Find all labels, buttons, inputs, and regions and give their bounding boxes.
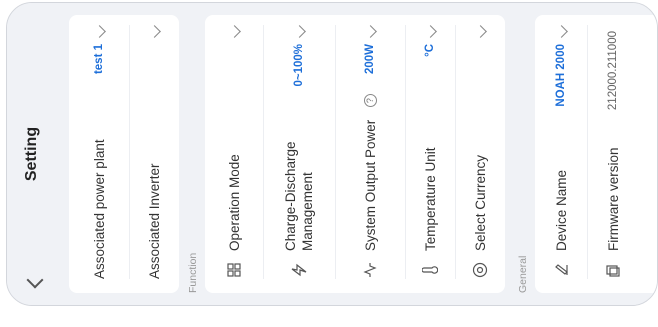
row-label: Device Name [553, 169, 569, 251]
row-label: System Output Power [362, 119, 378, 251]
general-card: Device Name NOAH 2000 Firmware version 2… [535, 15, 657, 293]
page-title: Setting [23, 126, 40, 182]
currency-icon [471, 261, 489, 279]
row-value: 200W [364, 44, 376, 75]
row-label: Select Currency [472, 154, 488, 251]
chevron-right-icon [423, 25, 437, 38]
pencil-icon [552, 261, 570, 279]
chevron-right-icon [292, 25, 306, 38]
row-label: Operation Mode [226, 154, 242, 251]
section-title-general: General [517, 255, 529, 293]
charge-discharge-row[interactable]: Charge-Discharge Management 0~100% [263, 15, 335, 293]
firmware-icon [604, 261, 622, 279]
row-value: °C [424, 44, 436, 57]
chevron-right-icon [363, 25, 377, 38]
help-icon[interactable]: ? [363, 94, 377, 108]
temperature-unit-row[interactable]: Temperature Unit °C [405, 15, 455, 293]
row-label: Associated Inverter [146, 163, 162, 279]
row-value: 212000.211000 [607, 31, 619, 111]
association-card: Associated power plant test 1 Associated… [69, 15, 179, 293]
firmware-version-row: Firmware version 212000.211000 [587, 15, 639, 293]
row-value: 0~100% [293, 44, 305, 87]
select-currency-row[interactable]: Select Currency [455, 15, 505, 293]
row-label: Associated power plant [91, 139, 107, 279]
operation-mode-row[interactable]: Operation Mode [205, 15, 263, 293]
output-icon [361, 261, 379, 279]
associated-power-plant-row[interactable]: Associated power plant test 1 [69, 15, 129, 293]
associated-inverter-row[interactable]: Associated Inverter [129, 15, 179, 293]
thermometer-icon [421, 261, 439, 279]
row-value: NOAH 2000 [555, 44, 567, 107]
device-name-row[interactable]: Device Name NOAH 2000 [535, 15, 587, 293]
chevron-right-icon [554, 25, 568, 38]
system-output-power-row[interactable]: System Output Power ? 200W [335, 15, 405, 293]
row-value: test 1 [93, 44, 105, 75]
function-card: Operation Mode Charge-Discharge Manageme… [205, 15, 505, 293]
grid-icon [225, 261, 243, 279]
settings-screen: Setting Associated power plant test 1 As… [7, 3, 657, 305]
chevron-right-icon [227, 25, 241, 38]
section-title-function: Function [187, 252, 199, 293]
phone-frame: Setting Associated power plant test 1 As… [6, 2, 658, 306]
chevron-right-icon [92, 25, 106, 38]
header: Setting [7, 3, 69, 305]
row-label: Charge-Discharge Management [283, 141, 315, 251]
row-label: Temperature Unit [422, 147, 438, 251]
charge-icon [290, 261, 308, 279]
chevron-right-icon [473, 25, 487, 38]
chevron-right-icon [147, 25, 161, 38]
row-label: Firmware version [605, 147, 621, 251]
